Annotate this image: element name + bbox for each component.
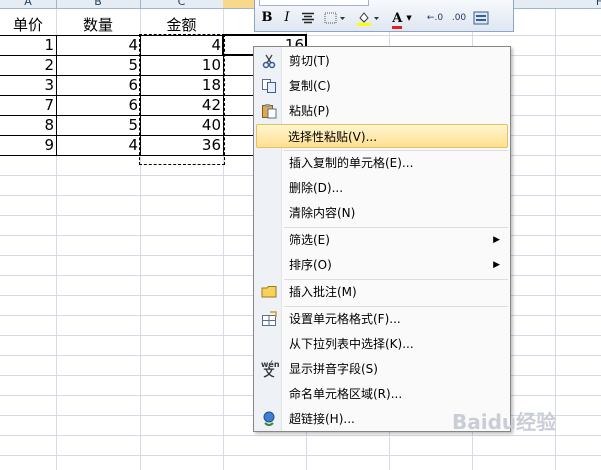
decrease-decimal-button[interactable]: ←.0 bbox=[423, 8, 447, 28]
menu-item-label: 命名单元格区域(R)... bbox=[289, 387, 403, 401]
table-cell[interactable]: 6 bbox=[56, 95, 140, 115]
menu-item-label: 删除(D)... bbox=[289, 181, 344, 195]
column-header-b[interactable]: B bbox=[56, 0, 141, 8]
mini-toolbar: B I A ▼ ←.0 .00 bbox=[254, 0, 514, 32]
comment-icon bbox=[261, 284, 277, 300]
menu-item-paste-special[interactable]: 选择性粘贴(V)... bbox=[256, 124, 508, 148]
menu-item-copy[interactable]: 复制(C) bbox=[256, 74, 508, 98]
menu-item-cut[interactable]: 剪切(T) bbox=[256, 49, 508, 73]
table-cell[interactable]: 4 bbox=[56, 135, 140, 155]
menu-item-pick-from-dropdown[interactable]: 从下拉列表中选择(K)... bbox=[256, 332, 508, 356]
paste-icon bbox=[261, 103, 277, 119]
menu-item-label: 设置单元格格式(F)... bbox=[289, 312, 401, 326]
watermark-logo: Baidu经验 bbox=[452, 404, 592, 440]
menu-item-label: 显示拼音字段(S) bbox=[289, 362, 378, 376]
menu-item-insert-copied-cells[interactable]: 插入复制的单元格(E)... bbox=[256, 151, 508, 175]
submenu-arrow-icon: ▶ bbox=[493, 235, 500, 245]
menu-item-clear-contents[interactable]: 清除内容(N) bbox=[256, 201, 508, 225]
table-cell[interactable]: 3 bbox=[0, 75, 56, 95]
increase-decimal-button[interactable]: .00 bbox=[447, 8, 471, 28]
context-menu: 剪切(T) 复制(C) 粘贴(P) 选择性粘贴(V)... 插入复制的单元格(E… bbox=[253, 46, 511, 432]
chevron-down-icon: ▼ bbox=[406, 14, 412, 22]
align-center-button[interactable] bbox=[299, 8, 317, 28]
menu-item-label: 选择性粘贴(V)... bbox=[288, 130, 378, 144]
menu-item-define-name[interactable]: 命名单元格区域(R)... bbox=[256, 382, 508, 406]
fill-color-button[interactable] bbox=[355, 8, 381, 28]
fill-color-icon bbox=[357, 12, 379, 26]
bold-button[interactable]: B bbox=[259, 8, 275, 28]
font-color-button[interactable]: A ▼ bbox=[389, 8, 415, 29]
menu-item-label: 排序(O) bbox=[289, 258, 332, 272]
menu-item-label: 插入复制的单元格(E)... bbox=[289, 156, 414, 170]
copy-icon bbox=[261, 78, 277, 94]
menu-item-label: 清除内容(N) bbox=[289, 206, 356, 220]
menu-item-format-cells[interactable]: 设置单元格格式(F)... bbox=[256, 307, 508, 331]
menu-item-delete[interactable]: 删除(D)... bbox=[256, 176, 508, 200]
table-cell[interactable]: 9 bbox=[0, 135, 56, 155]
column-header-a[interactable]: A bbox=[0, 0, 57, 8]
column-header-h[interactable]: H bbox=[590, 0, 601, 8]
table-cell[interactable]: 5 bbox=[56, 115, 140, 135]
table-cell[interactable]: 2 bbox=[0, 55, 56, 75]
scissors-icon bbox=[261, 53, 277, 69]
menu-item-insert-comment[interactable]: 插入批注(M) bbox=[256, 280, 508, 304]
borders-button[interactable] bbox=[323, 8, 347, 28]
table-cell[interactable]: 4 bbox=[56, 35, 140, 55]
submenu-arrow-icon: ▶ bbox=[493, 260, 500, 270]
table-cell[interactable]: 6 bbox=[56, 75, 140, 95]
format-cells-icon bbox=[261, 311, 277, 327]
copy-marquee bbox=[139, 34, 225, 165]
format-painter-button[interactable] bbox=[471, 8, 491, 28]
font-name-box[interactable] bbox=[259, 0, 369, 6]
menu-item-label: 筛选(E) bbox=[289, 233, 330, 247]
borders-icon bbox=[324, 12, 345, 24]
format-painter-icon bbox=[473, 11, 489, 25]
menu-item-label: 复制(C) bbox=[289, 79, 331, 93]
align-center-icon bbox=[302, 12, 314, 24]
table-cell[interactable]: 1 bbox=[0, 35, 56, 55]
column-header-c[interactable]: C bbox=[140, 0, 224, 8]
menu-item-label: 插入批注(M) bbox=[289, 285, 357, 299]
watermark-text: Baidu经验 bbox=[452, 410, 557, 434]
table-cell[interactable]: 8 bbox=[0, 115, 56, 135]
header-cell-price[interactable]: 单价 bbox=[0, 15, 56, 35]
table-cell[interactable]: 7 bbox=[0, 95, 56, 115]
hyperlink-icon bbox=[261, 411, 277, 427]
header-cell-amount[interactable]: 金额 bbox=[140, 15, 223, 35]
menu-item-label: 粘贴(P) bbox=[289, 104, 330, 118]
menu-item-sort[interactable]: 排序(O) ▶ bbox=[256, 253, 508, 277]
font-color-letter: A bbox=[392, 11, 403, 29]
table-cell[interactable]: 5 bbox=[56, 55, 140, 75]
italic-button[interactable]: I bbox=[279, 8, 295, 28]
menu-item-label: 超链接(H)... bbox=[289, 412, 355, 426]
menu-item-show-pinyin[interactable]: wén 文 显示拼音字段(S) bbox=[256, 357, 508, 381]
menu-item-label: 剪切(T) bbox=[289, 54, 330, 68]
menu-item-paste[interactable]: 粘贴(P) bbox=[256, 99, 508, 123]
menu-item-filter[interactable]: 筛选(E) ▶ bbox=[256, 228, 508, 252]
menu-item-label: 从下拉列表中选择(K)... bbox=[289, 337, 414, 351]
pinyin-icon: wén 文 bbox=[261, 360, 280, 379]
header-cell-quantity[interactable]: 数量 bbox=[56, 15, 140, 35]
